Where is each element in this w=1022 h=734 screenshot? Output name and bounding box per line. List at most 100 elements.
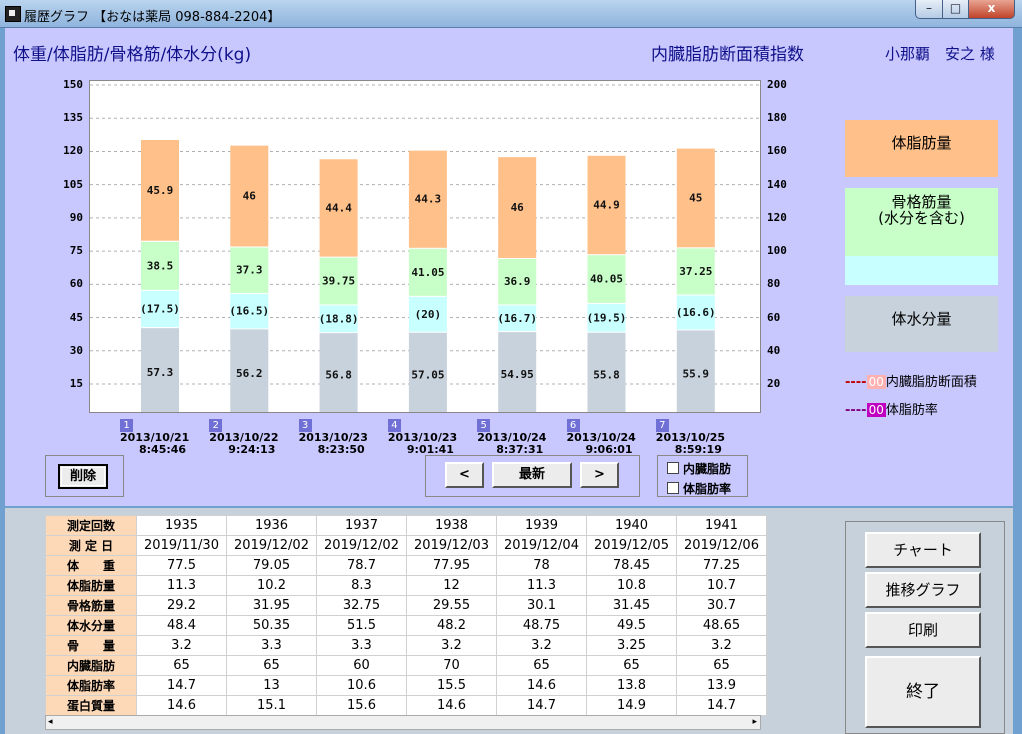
scroll-left-arrow[interactable]: ◂	[48, 717, 53, 727]
table-cell[interactable]: 65	[136, 655, 227, 676]
table-cell[interactable]: 2019/11/30	[136, 535, 227, 556]
table-cell[interactable]: 77.95	[406, 555, 497, 576]
table-cell[interactable]: 12	[406, 575, 497, 596]
table-cell[interactable]: 14.7	[496, 695, 587, 716]
table-cell[interactable]: 14.6	[406, 695, 497, 716]
table-cell[interactable]: 10.8	[586, 575, 677, 596]
table-cell[interactable]: 1941	[676, 515, 767, 536]
scroll-right-arrow[interactable]: ▸	[752, 717, 757, 727]
table-cell[interactable]: 65	[496, 655, 587, 676]
table-cell[interactable]: 78	[496, 555, 587, 576]
row-label: 体脂肪率	[45, 675, 137, 696]
table-cell[interactable]: 30.1	[496, 595, 587, 616]
x-axis-label: 72013/10/25 8:59:19	[655, 419, 742, 456]
table-cell[interactable]: 1940	[586, 515, 677, 536]
table-row: 体脂肪率 14.7 13 10.6 15.5 14.6 13.8 13.9	[45, 675, 767, 696]
table-cell[interactable]: 70	[406, 655, 497, 676]
table-cell[interactable]: 14.7	[676, 695, 767, 716]
bar-data-label: 45	[689, 192, 702, 205]
table-cell[interactable]: 2019/12/02	[226, 535, 317, 556]
bar-data-label: 37.25	[679, 265, 712, 278]
table-cell[interactable]: 2019/12/05	[586, 535, 677, 556]
prev-button[interactable]: <	[445, 462, 484, 488]
table-cell[interactable]: 50.35	[226, 615, 317, 636]
horizontal-scrollbar[interactable]: ◂ ▸	[45, 715, 761, 730]
table-cell[interactable]: 3.2	[496, 635, 587, 656]
table-cell[interactable]: 65	[226, 655, 317, 676]
table-cell[interactable]: 13.8	[586, 675, 677, 696]
legend-visceral-dash: ----	[845, 375, 867, 390]
bodyfat-checkbox-box[interactable]	[667, 482, 679, 494]
trend-graph-button[interactable]: 推移グラフ	[865, 572, 981, 608]
latest-button[interactable]: 最新	[492, 462, 572, 488]
table-cell[interactable]: 3.2	[136, 635, 227, 656]
table-cell[interactable]: 14.6	[136, 695, 227, 716]
table-cell[interactable]: 2019/12/03	[406, 535, 497, 556]
table-cell[interactable]: 2019/12/04	[496, 535, 587, 556]
table-cell[interactable]: 15.5	[406, 675, 497, 696]
delete-button[interactable]: 削除	[58, 464, 108, 489]
maximize-button[interactable]: □	[942, 0, 969, 19]
table-cell[interactable]: 29.2	[136, 595, 227, 616]
bodyfat-checkbox[interactable]: 体脂肪率	[667, 480, 731, 497]
table-cell[interactable]: 10.2	[226, 575, 317, 596]
table-cell[interactable]: 49.5	[586, 615, 677, 636]
table-cell[interactable]: 14.6	[496, 675, 587, 696]
x-axis-label: 12013/10/21 8:45:46	[120, 419, 206, 456]
table-cell[interactable]: 11.3	[496, 575, 587, 596]
table-cell[interactable]: 1938	[406, 515, 497, 536]
row-label: 蛋白質量	[45, 695, 137, 716]
table-cell[interactable]: 31.95	[226, 595, 317, 616]
minimize-button[interactable]: –	[915, 0, 943, 19]
table-cell[interactable]: 14.7	[136, 675, 227, 696]
table-cell[interactable]: 3.2	[406, 635, 497, 656]
bar-data-label: (16.6)	[676, 306, 716, 319]
table-cell[interactable]: 1936	[226, 515, 317, 536]
exit-button[interactable]: 終了	[865, 656, 981, 728]
table-cell[interactable]: 2019/12/02	[316, 535, 407, 556]
x-label-time: 8:23:50	[317, 443, 365, 456]
table-cell[interactable]: 32.75	[316, 595, 407, 616]
table-cell[interactable]: 48.2	[406, 615, 497, 636]
table-cell[interactable]: 3.25	[586, 635, 677, 656]
visceral-checkbox[interactable]: 内臓脂肪	[667, 460, 731, 477]
table-cell[interactable]: 78.45	[586, 555, 677, 576]
table-cell[interactable]: 11.3	[136, 575, 227, 596]
table-cell[interactable]: 10.6	[316, 675, 407, 696]
chart-plot-area: 57.3 (17.5) 38.5 45.9 56.2 (16.5) 37.3 46 56.8 (1…	[89, 80, 761, 418]
table-cell[interactable]: 78.7	[316, 555, 407, 576]
table-cell[interactable]: 13.9	[676, 675, 767, 696]
next-button[interactable]: >	[580, 462, 619, 488]
table-cell[interactable]: 2019/12/06	[676, 535, 767, 556]
visceral-checkbox-box[interactable]	[667, 462, 679, 474]
table-cell[interactable]: 48.65	[676, 615, 767, 636]
table-cell[interactable]: 13	[226, 675, 317, 696]
chart-button[interactable]: チャート	[865, 532, 981, 568]
table-cell[interactable]: 48.4	[136, 615, 227, 636]
print-button[interactable]: 印刷	[865, 612, 981, 648]
table-cell[interactable]: 77.5	[136, 555, 227, 576]
table-cell[interactable]: 48.75	[496, 615, 587, 636]
close-button[interactable]: x	[968, 0, 1015, 19]
bar-data-label: 57.3	[147, 366, 174, 379]
table-cell[interactable]: 29.55	[406, 595, 497, 616]
table-cell[interactable]: 65	[676, 655, 767, 676]
table-cell[interactable]: 15.1	[226, 695, 317, 716]
table-cell[interactable]: 51.5	[316, 615, 407, 636]
table-cell[interactable]: 1939	[496, 515, 587, 536]
table-cell[interactable]: 65	[586, 655, 677, 676]
table-cell[interactable]: 30.7	[676, 595, 767, 616]
table-cell[interactable]: 10.7	[676, 575, 767, 596]
table-cell[interactable]: 60	[316, 655, 407, 676]
table-cell[interactable]: 3.3	[316, 635, 407, 656]
table-cell[interactable]: 31.45	[586, 595, 677, 616]
table-cell[interactable]: 1937	[316, 515, 407, 536]
table-cell[interactable]: 15.6	[316, 695, 407, 716]
table-cell[interactable]: 8.3	[316, 575, 407, 596]
table-cell[interactable]: 3.2	[676, 635, 767, 656]
table-cell[interactable]: 14.9	[586, 695, 677, 716]
table-cell[interactable]: 79.05	[226, 555, 317, 576]
table-cell[interactable]: 77.25	[676, 555, 767, 576]
table-cell[interactable]: 1935	[136, 515, 227, 536]
table-cell[interactable]: 3.3	[226, 635, 317, 656]
